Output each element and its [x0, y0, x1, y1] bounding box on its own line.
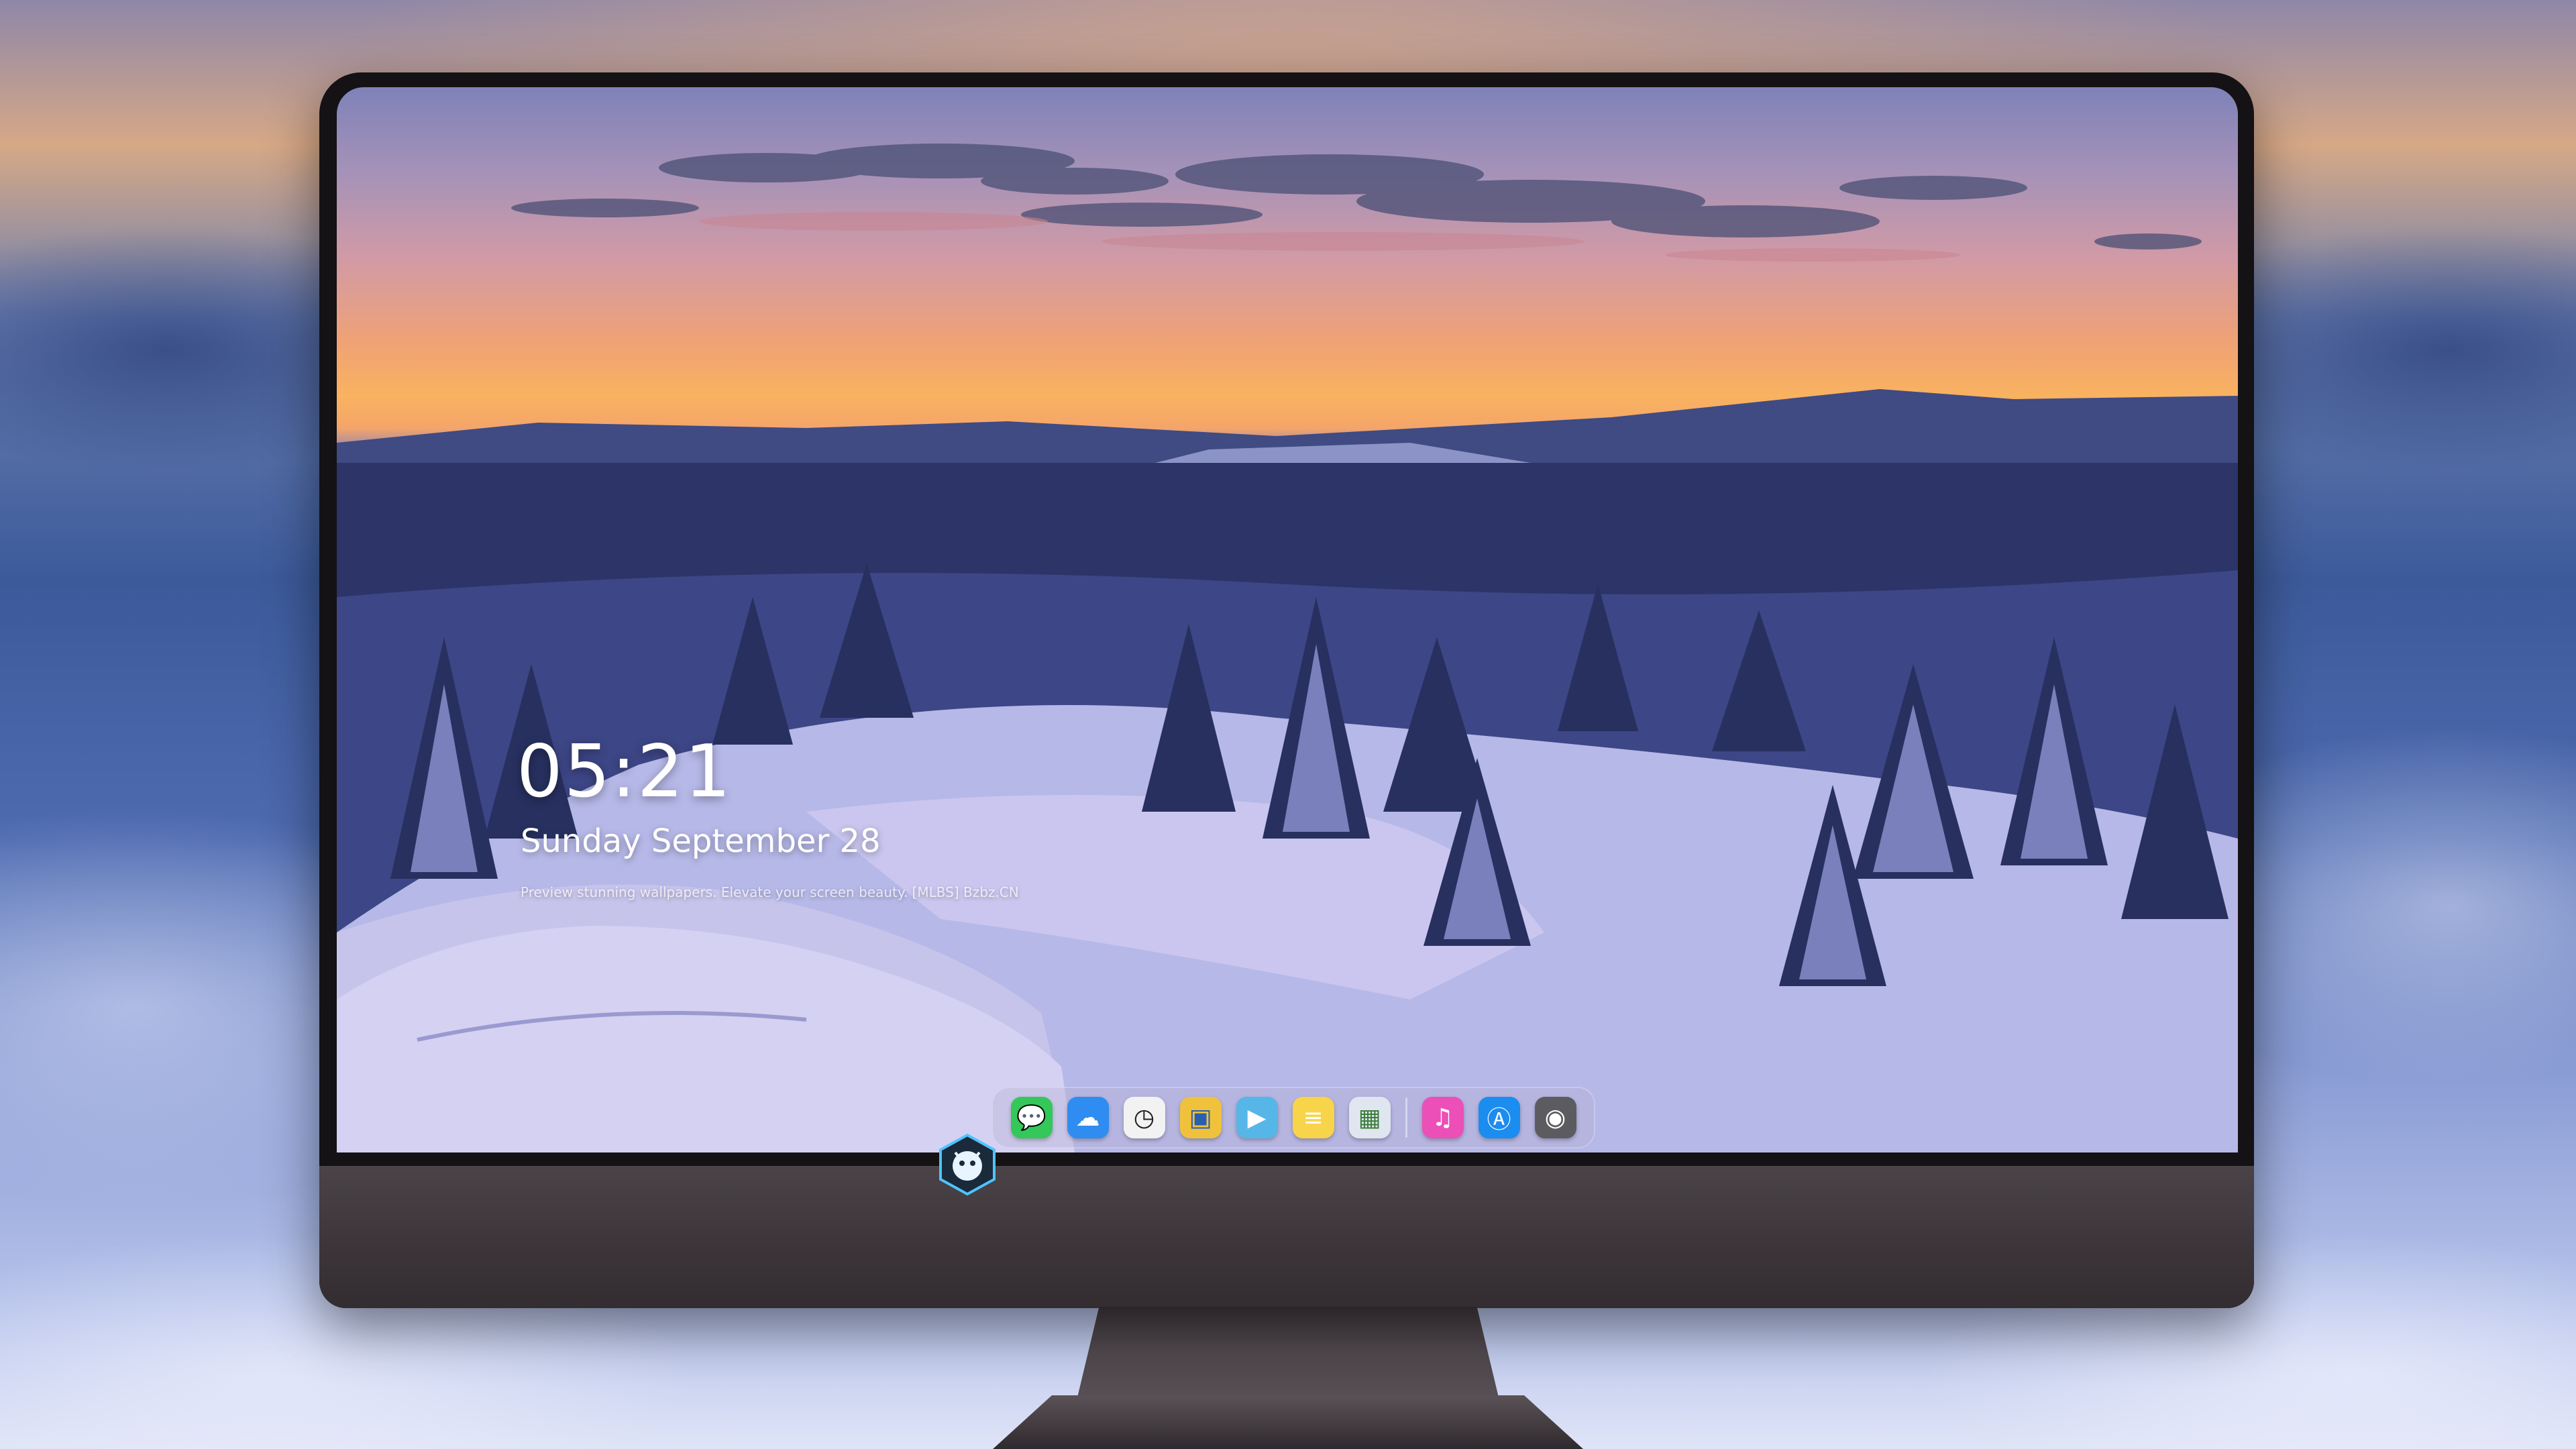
desktop-screen: 05:21 Sunday September 28 Preview stunni…: [337, 87, 2238, 1152]
dock-separator: [1405, 1097, 1407, 1138]
weather-icon[interactable]: ☁: [1067, 1097, 1109, 1138]
camera-icon[interactable]: ◉: [1534, 1097, 1576, 1138]
music-icon[interactable]: ♫: [1421, 1097, 1464, 1138]
brand-logo-icon: [939, 1133, 996, 1196]
monitor-chin: [319, 1166, 2254, 1308]
dock: 💬 ☁ ◷ ▣ ▶ ≡ ▦ ♫ Ⓐ ◉: [991, 1087, 1595, 1148]
monitor-stand-base: [993, 1395, 1583, 1449]
clock-icon[interactable]: ◷: [1123, 1097, 1165, 1138]
preview-icon[interactable]: ▣: [1179, 1097, 1222, 1138]
messages-icon[interactable]: 💬: [1010, 1097, 1053, 1138]
photo-browser-icon[interactable]: ▦: [1348, 1097, 1391, 1138]
lockscreen-clock: 05:21: [517, 730, 733, 814]
notes-icon[interactable]: ≡: [1292, 1097, 1334, 1138]
lockscreen-date: Sunday September 28: [521, 822, 881, 860]
app-store-icon[interactable]: Ⓐ: [1478, 1097, 1520, 1138]
wallpaper-tagline: Preview stunning wallpapers. Elevate you…: [521, 884, 1019, 900]
clips-icon[interactable]: ▶: [1236, 1097, 1278, 1138]
